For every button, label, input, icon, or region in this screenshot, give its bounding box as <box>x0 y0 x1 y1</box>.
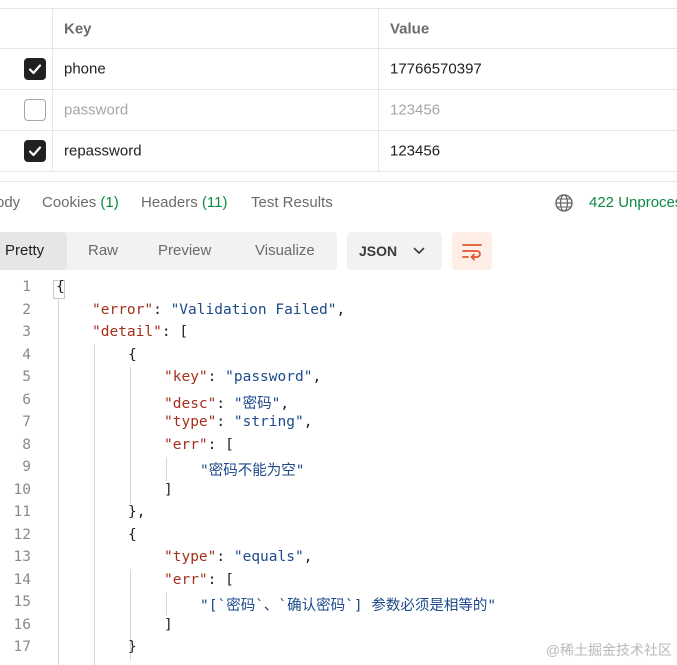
line-number: 3 <box>22 324 31 340</box>
code-line-16: ] <box>164 617 173 633</box>
wrap-lines-icon <box>462 244 482 261</box>
code-line-6: "desc": "密码", <box>164 396 290 412</box>
param-checkbox-password[interactable] <box>24 99 46 121</box>
visualize-button[interactable]: Visualize <box>255 232 315 270</box>
tab-cookies[interactable]: Cookies (1) <box>42 194 119 211</box>
param-value[interactable]: 17766570397 <box>390 61 482 78</box>
checkmark-icon <box>28 146 42 157</box>
code-line-5: "key": "password", <box>164 369 322 385</box>
line-number: 12 <box>13 527 31 543</box>
view-mode-segmented: Pretty Raw Preview Visualize <box>0 232 337 270</box>
code-line-14: "err": [ <box>164 572 234 588</box>
line-number: 1 <box>22 279 31 295</box>
pretty-button[interactable]: Pretty <box>0 232 67 270</box>
wrap-lines-button[interactable] <box>452 232 492 270</box>
line-number: 5 <box>22 369 31 385</box>
code-line-8: "err": [ <box>164 437 234 453</box>
value-column-header: Value <box>390 20 430 37</box>
code-line-11: }, <box>128 504 146 520</box>
indent-guide <box>166 457 167 481</box>
code-line-13: "type": "equals", <box>164 549 313 565</box>
param-value[interactable]: 123456 <box>390 102 440 119</box>
code-line-7: "type": "string", <box>164 414 313 430</box>
tab-headers-label: Headers <box>141 194 198 211</box>
line-number: 7 <box>22 414 31 430</box>
line-number: 14 <box>13 572 31 588</box>
line-number: 8 <box>22 437 31 453</box>
param-checkbox-repassword[interactable] <box>24 140 46 162</box>
line-number: 16 <box>13 617 31 633</box>
response-body-code[interactable]: 1 2 3 4 5 6 7 8 9 10 11 12 13 14 15 16 1… <box>0 277 677 665</box>
tab-cookies-count: (1) <box>100 194 119 211</box>
indent-guide <box>130 367 131 504</box>
params-header-row: Key Value <box>0 8 677 49</box>
code-line-2: "error": "Validation Failed", <box>92 302 346 318</box>
code-line-9: "密码不能为空" <box>200 463 305 479</box>
line-number: 9 <box>22 459 31 475</box>
code-line-15: "[`密码`、`确认密码`] 参数必须是相等的" <box>200 598 497 614</box>
raw-button[interactable]: Raw <box>88 232 118 270</box>
line-number: 13 <box>13 549 31 565</box>
param-checkbox-phone[interactable] <box>24 58 46 80</box>
line-number: 17 <box>13 639 31 655</box>
line-number: 2 <box>22 302 31 318</box>
response-tabs: ody Cookies (1) Headers (11) Test Result… <box>0 181 677 223</box>
param-key[interactable]: repassword <box>64 143 142 160</box>
format-select[interactable]: JSON <box>347 232 442 270</box>
chevron-down-icon <box>413 247 425 254</box>
code-line-10: ] <box>164 482 173 498</box>
tab-headers-count: (11) <box>201 194 228 211</box>
line-number: 6 <box>22 392 31 408</box>
code-line-12: { <box>128 527 137 543</box>
param-value[interactable]: 123456 <box>390 143 440 160</box>
indent-guide <box>166 592 167 616</box>
tab-headers[interactable]: Headers (11) <box>141 194 227 211</box>
checkmark-icon <box>28 64 42 75</box>
code-line-1: { <box>56 279 65 295</box>
line-number: 11 <box>13 504 31 520</box>
tab-cookies-label: Cookies <box>42 194 97 211</box>
key-column-header: Key <box>64 20 92 37</box>
preview-button[interactable]: Preview <box>158 232 211 270</box>
line-number: 10 <box>13 482 31 498</box>
param-key[interactable]: password <box>64 102 128 119</box>
status-code[interactable]: 422 Unproces <box>589 194 677 211</box>
code-line-17: } <box>128 639 137 655</box>
tab-body[interactable]: ody <box>0 194 20 211</box>
code-line-3: "detail": [ <box>92 324 189 340</box>
line-number: 15 <box>13 594 31 610</box>
watermark: @稀土掘金技术社区 <box>545 642 672 658</box>
param-row-repassword[interactable]: repassword 123456 <box>0 131 677 172</box>
line-number: 4 <box>22 347 31 363</box>
tab-test-results[interactable]: Test Results <box>251 194 333 211</box>
param-row-password[interactable]: password 123456 <box>0 90 677 131</box>
indent-guide <box>94 344 95 665</box>
param-key[interactable]: phone <box>64 61 106 78</box>
code-line-4: { <box>128 347 137 363</box>
param-row-phone[interactable]: phone 17766570397 <box>0 49 677 90</box>
format-select-value: JSON <box>359 243 398 259</box>
globe-icon[interactable] <box>554 193 574 213</box>
indent-guide <box>58 299 59 665</box>
